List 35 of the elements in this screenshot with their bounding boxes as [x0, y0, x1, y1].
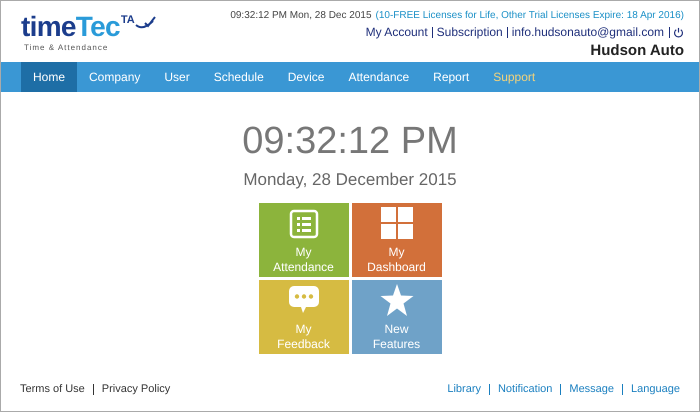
clock-date: Monday, 28 December 2015 [243, 171, 457, 188]
account-link[interactable]: info.hudsonauto@gmail.com [512, 24, 664, 40]
nav-tab[interactable]: Home [21, 62, 78, 92]
nav-tab[interactable]: Report [421, 62, 482, 92]
logo-text: time [21, 13, 76, 41]
grid-icon [380, 207, 412, 239]
logo-text: Tec [76, 13, 120, 41]
nav-tab[interactable]: Attendance [336, 62, 422, 92]
company-name: Hudson Auto [590, 42, 684, 60]
menu-tile[interactable]: My Feedback [258, 280, 348, 354]
license-notice: (10-FREE Licenses for Life, Other Trial Licenses Expire: 18 Apr 2016) [376, 9, 684, 22]
footer-link[interactable]: Message [569, 380, 614, 398]
footer-link[interactable]: Privacy Policy [102, 380, 170, 398]
nav-tab[interactable]: User [152, 62, 202, 92]
checkmark-icon [134, 15, 157, 31]
footer-link[interactable]: Terms of Use [20, 380, 85, 398]
footer-link[interactable]: Library [447, 380, 481, 398]
menu-tile[interactable]: My Attendance [258, 203, 348, 277]
clock-time: 09:32:12 PM [242, 122, 458, 160]
list-icon [288, 209, 318, 239]
nav-tab[interactable]: Support [481, 62, 548, 92]
nav-tab[interactable]: Device [276, 62, 336, 92]
logo-tagline: Time & Attendance [24, 44, 110, 52]
footer-link[interactable]: Notification [498, 380, 552, 398]
menu-tile[interactable]: My Dashboard [352, 203, 442, 277]
menu-tile[interactable]: New Features [352, 280, 442, 354]
timestamp: 09:32:12 PM Mon, 28 Dec 2015 [230, 9, 372, 22]
footer-link[interactable]: Language [631, 380, 680, 398]
logo-superscript-text: TA [120, 15, 135, 26]
power-icon[interactable] [673, 26, 684, 38]
nav-tab[interactable]: Company [77, 62, 152, 92]
star-icon [380, 284, 414, 316]
nav-tab[interactable]: Schedule [202, 62, 276, 92]
account-link[interactable]: My Account [366, 24, 428, 40]
account-link[interactable]: Subscription [436, 24, 503, 40]
